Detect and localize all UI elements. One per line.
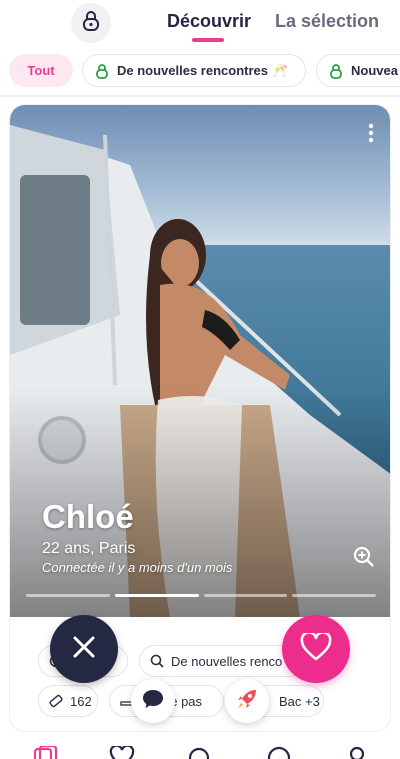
more-vertical-icon[interactable]	[368, 123, 374, 143]
profile-age-city: 22 ans, Paris	[42, 540, 136, 557]
profile-last-seen: Connectée il y a moins d'un mois	[42, 560, 233, 575]
profile-name: Chloé	[42, 498, 134, 535]
filter-chip-label: De nouvelles rencontres 🥂	[117, 62, 288, 78]
tag-height: 162	[38, 685, 98, 717]
ruler-icon	[49, 694, 63, 708]
lock-button[interactable]	[71, 3, 111, 43]
filter-chips: Tout De nouvelles rencontres 🥂 Nouvea	[0, 54, 400, 90]
filter-chip-label: Tout	[27, 63, 55, 78]
filter-chip-label: Nouvea	[351, 63, 398, 78]
lock-icon	[329, 63, 343, 79]
filter-chip-new[interactable]: Nouvea	[316, 54, 400, 87]
tab-discover[interactable]: Découvrir	[167, 11, 251, 32]
lock-icon	[81, 10, 101, 37]
tag-looking-for: De nouvelles renco	[139, 645, 305, 677]
tag-label: 162	[70, 693, 92, 709]
zoom-in-icon[interactable]	[353, 546, 375, 568]
photo-progress-segment	[26, 594, 110, 597]
tab-selection[interactable]: La sélection	[275, 11, 379, 32]
filter-chip-all[interactable]: Tout	[9, 54, 73, 87]
message-button[interactable]	[131, 679, 175, 723]
search-icon	[150, 654, 164, 668]
heart-icon	[300, 630, 332, 666]
tag-label: Bac +3	[279, 693, 320, 709]
like-button[interactable]	[282, 615, 350, 683]
close-icon	[72, 635, 96, 664]
top-header: Découvrir La sélection	[0, 0, 400, 50]
nav-search-icon[interactable]	[185, 746, 215, 759]
nav-profile-icon[interactable]	[342, 746, 372, 759]
nav-messages-icon[interactable]	[264, 746, 294, 759]
nav-discover-icon[interactable]	[30, 746, 60, 759]
rocket-icon	[236, 688, 258, 715]
boost-button[interactable]	[225, 679, 269, 723]
pass-button[interactable]	[50, 615, 118, 683]
divider	[0, 95, 400, 97]
filter-chip-new-encounters[interactable]: De nouvelles rencontres 🥂	[82, 54, 306, 87]
tag-label: De nouvelles renco	[171, 653, 283, 669]
active-tab-indicator	[192, 38, 224, 42]
chat-bubble-icon	[142, 689, 164, 714]
bottom-nav	[0, 740, 400, 759]
photo-progress-segment	[114, 594, 199, 597]
photo-progress	[26, 594, 376, 597]
lock-icon	[95, 63, 109, 79]
photo-progress-segment	[292, 594, 376, 597]
nav-likes-icon[interactable]	[107, 746, 137, 759]
photo-progress-segment	[203, 594, 288, 597]
